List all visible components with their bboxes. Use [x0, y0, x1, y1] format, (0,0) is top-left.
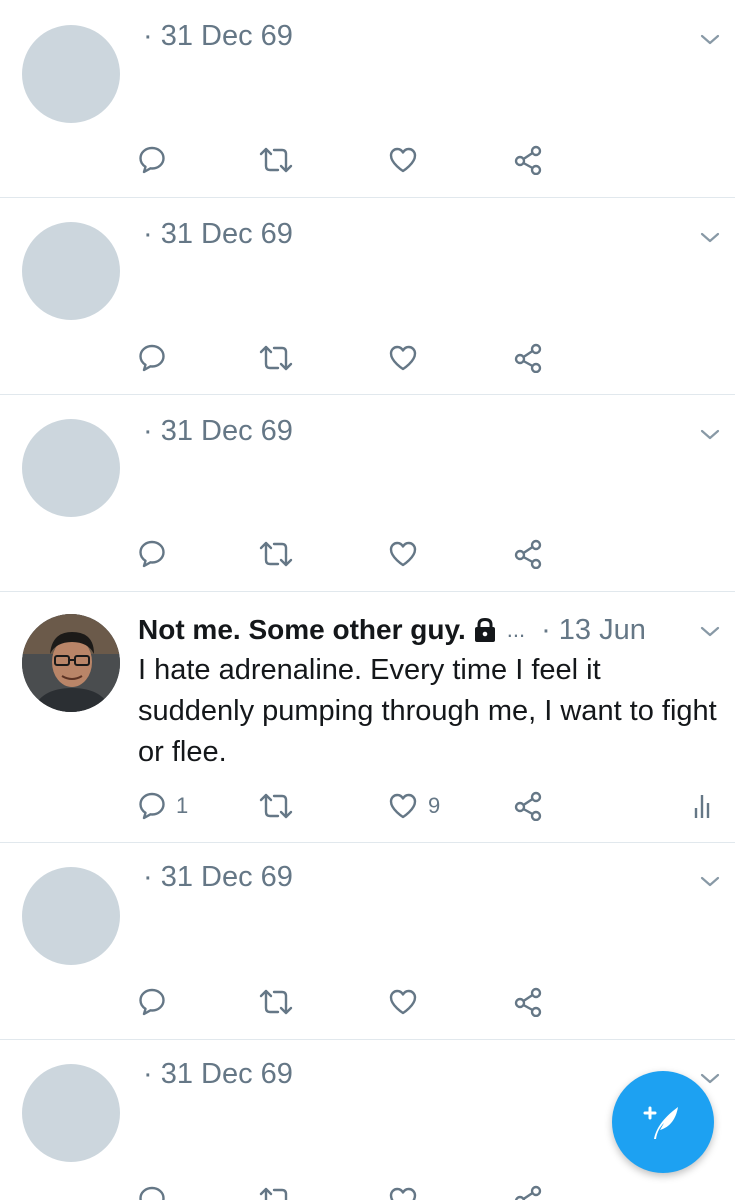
chevron-down-icon[interactable]: [699, 226, 721, 248]
tweet-actions: [138, 1183, 728, 1200]
like-button[interactable]: [388, 1183, 418, 1200]
heart-icon: [389, 989, 417, 1015]
chevron-down-icon[interactable]: [699, 28, 721, 50]
chevron-down-icon[interactable]: [699, 423, 721, 445]
reply-button[interactable]: [138, 143, 166, 177]
like-button[interactable]: [388, 143, 418, 177]
retweet-button[interactable]: [258, 1183, 294, 1200]
reply-icon: [139, 344, 165, 372]
share-button[interactable]: [513, 537, 543, 571]
retweet-button[interactable]: [258, 985, 294, 1019]
analytics-icon: [694, 795, 710, 818]
reply-button[interactable]: [138, 985, 166, 1019]
compose-tweet-button[interactable]: [612, 1071, 714, 1173]
lock-icon: [474, 617, 495, 642]
reply-button[interactable]: 1: [138, 789, 188, 823]
retweet-button[interactable]: [258, 789, 294, 823]
avatar[interactable]: [22, 614, 120, 712]
display-name[interactable]: Not me. Some other guy.: [138, 614, 466, 646]
tweet-header: Not me. Some other guy. ... · 13 Jun: [138, 610, 718, 650]
reply-icon: [139, 146, 165, 174]
heart-icon: [389, 345, 417, 371]
share-button[interactable]: [513, 985, 543, 1019]
retweet-button[interactable]: [258, 341, 294, 375]
heart-icon: [389, 147, 417, 173]
retweet-icon: [259, 345, 293, 371]
reply-icon: [139, 792, 165, 820]
retweet-icon: [259, 989, 293, 1015]
chevron-down-icon[interactable]: [699, 870, 721, 892]
like-button[interactable]: [388, 985, 418, 1019]
share-icon: [514, 1185, 542, 1200]
avatar[interactable]: [22, 25, 120, 123]
like-button[interactable]: [388, 537, 418, 571]
reply-icon: [139, 1186, 165, 1200]
like-count: 9: [428, 793, 441, 818]
tweet-text: I hate adrenaline. Every time I feel it …: [138, 654, 717, 768]
avatar[interactable]: [22, 1064, 120, 1162]
avatar[interactable]: [22, 419, 120, 517]
tweet-date: · 31 Dec 69: [143, 20, 293, 52]
retweet-button[interactable]: [258, 537, 294, 571]
avatar[interactable]: [22, 222, 120, 320]
tweet-date: · 31 Dec 69: [143, 415, 293, 447]
tweet-actions: [138, 537, 728, 571]
share-icon: [514, 343, 542, 373]
like-button[interactable]: 9: [388, 789, 440, 823]
share-icon: [514, 145, 542, 175]
analytics-button[interactable]: [693, 789, 715, 823]
tweet-date: · 31 Dec 69: [143, 1058, 293, 1090]
retweet-icon: [259, 147, 293, 173]
reply-icon: [139, 988, 165, 1016]
reply-count: 1: [176, 793, 189, 818]
reply-button[interactable]: [138, 537, 166, 571]
heart-icon: [389, 1187, 417, 1200]
heart-icon: [389, 541, 417, 567]
heart-icon: [389, 793, 417, 819]
username-truncated: ...: [506, 617, 526, 642]
share-icon: [514, 791, 542, 821]
tweet[interactable]: Not me. Some other guy. ... · 13 Jun I h…: [0, 592, 735, 843]
tweet[interactable]: · 31 Dec 69: [0, 395, 735, 592]
retweet-icon: [259, 541, 293, 567]
chevron-down-icon[interactable]: [699, 1067, 721, 1089]
tweet-actions: 1 9: [138, 789, 728, 823]
share-button[interactable]: [513, 143, 543, 177]
retweet-icon: [259, 1187, 288, 1200]
tweet-actions: [138, 143, 728, 177]
share-icon: [514, 987, 542, 1017]
tweet[interactable]: · 31 Dec 69: [0, 0, 735, 198]
share-button[interactable]: [513, 789, 543, 823]
compose-tweet-icon: [643, 1106, 678, 1139]
profile-photo: [22, 614, 120, 712]
tweet-time: · 13 Jun: [541, 613, 646, 646]
tweet[interactable]: · 31 Dec 69: [0, 843, 735, 1040]
tweet-date: · 31 Dec 69: [143, 218, 293, 250]
reply-button[interactable]: [138, 1183, 166, 1200]
share-icon: [514, 539, 542, 569]
share-button[interactable]: [513, 1183, 543, 1200]
share-button[interactable]: [513, 341, 543, 375]
chevron-down-icon[interactable]: [699, 620, 721, 642]
like-button[interactable]: [388, 341, 418, 375]
reply-icon: [139, 540, 165, 568]
reply-button[interactable]: [138, 341, 166, 375]
tweet-actions: [138, 985, 728, 1019]
retweet-icon: [259, 793, 293, 819]
avatar[interactable]: [22, 867, 120, 965]
tweet[interactable]: · 31 Dec 69: [0, 198, 735, 395]
tweet-date: · 31 Dec 69: [143, 861, 293, 893]
tweet-actions: [138, 341, 728, 375]
retweet-button[interactable]: [258, 143, 294, 177]
